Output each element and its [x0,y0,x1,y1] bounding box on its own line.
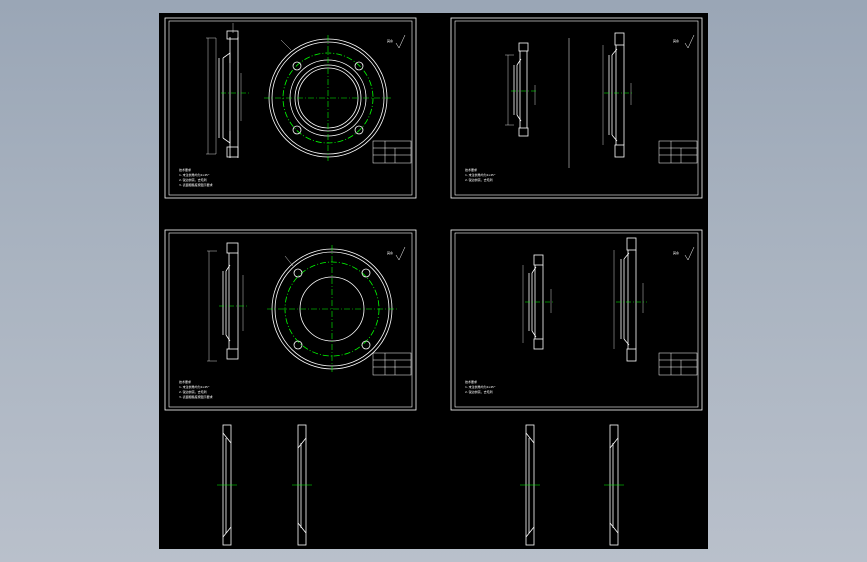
sheet-4 [450,229,703,411]
sheet-4-notes: 技术要求 1.未注倒角均为1x45° 2.锐边倒钝，去毛刺 其余 [465,250,679,394]
roughness-label: 其余 [673,250,679,255]
notes-line-2: 2.锐边倒钝，去毛刺 [179,177,207,182]
part-view-1 [217,424,237,546]
notes-line-1: 1.未注倒角均为1x45° [465,384,496,389]
title-block [372,352,412,376]
roughness-symbol [395,34,406,49]
title-block [372,140,412,164]
notes-heading: 技术要求 [179,167,191,172]
sheet-1 [164,17,417,199]
sheet-3 [164,229,417,411]
seal-section-right [613,237,647,362]
sheet-2-notes: 技术要求 1.未注倒角均为1x45° 2.锐边倒钝，去毛刺 其余 [465,38,679,182]
part-view-4 [604,424,624,546]
notes-heading: 技术要求 [179,379,191,384]
roughness-label: 其余 [387,250,393,255]
notes-line-2: 2.锐边倒钝，去毛刺 [179,389,207,394]
roughness-label: 其余 [387,38,393,43]
title-block [658,352,698,376]
seal-section-left [505,42,537,137]
sheet-border [164,17,417,199]
sheet-2 [450,17,703,199]
part-view-3 [520,424,540,546]
side-section-view [206,23,249,158]
notes-line-1: 1.未注倒角均为1x45° [465,172,496,177]
seal-section-right [602,32,633,158]
seal-section-left [522,254,553,350]
roughness-label: 其余 [673,38,679,43]
drawing-canvas[interactable]: 技术要求 1.未注倒角均为1x45° 2.锐边倒钝，去毛刺 3.表面粗糙度按图示… [159,13,708,549]
front-flange-view [267,245,397,373]
title-block [658,140,698,164]
sheet-3-notes: 技术要求 1.未注倒角均为1x45° 2.锐边倒钝，去毛刺 3.表面粗糙度按图示… [179,250,393,399]
notes-heading: 技术要求 [465,167,477,172]
sheet-inner-border [168,20,413,196]
cad-drawing: 技术要求 1.未注倒角均为1x45° 2.锐边倒钝，去毛刺 3.表面粗糙度按图示… [164,17,703,546]
notes-line-3: 3.表面粗糙度按图示要求 [179,394,213,399]
notes-line-1: 1.未注倒角均为1x45° [179,384,210,389]
notes-line-3: 3.表面粗糙度按图示要求 [179,182,213,187]
part-view-2 [292,424,312,546]
notes-line-2: 2.锐边倒钝，去毛刺 [465,177,493,182]
notes-line-1: 1.未注倒角均为1x45° [179,172,210,177]
side-section-view [207,242,249,362]
notes-line-2: 2.锐边倒钝，去毛刺 [465,389,493,394]
notes-heading: 技术要求 [465,379,477,384]
